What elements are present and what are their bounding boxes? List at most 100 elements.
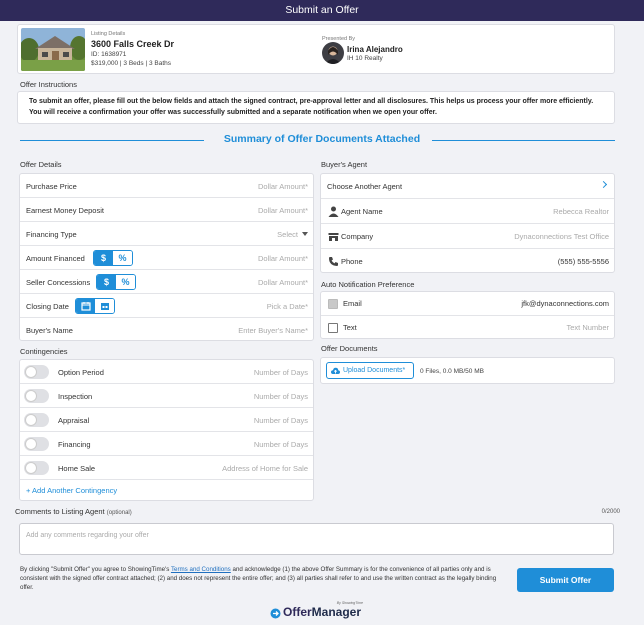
phone-row: Phone (555) 555-5556 <box>321 249 614 274</box>
amount-financed-field[interactable]: Amount Financed $ % Dollar Amount* <box>20 246 313 270</box>
dollar-option[interactable]: $ <box>94 251 113 265</box>
closing-date-input[interactable]: Pick a Date* <box>267 302 308 311</box>
agent-name-row: Agent Name Rebecca Realtor <box>321 199 614 224</box>
text-label: Text <box>343 323 357 332</box>
logo-offer: Offer <box>283 605 312 619</box>
calendar-range-icon[interactable] <box>95 299 114 313</box>
upload-documents-button[interactable]: Upload Documents* <box>326 362 414 379</box>
logo-manager: Manager <box>311 605 362 619</box>
listing-meta: $319,000 | 3 Beds | 3 Baths <box>91 60 171 67</box>
comments-textarea[interactable]: Add any comments regarding your offer <box>19 523 614 555</box>
page-title: Submit an Offer <box>0 0 644 21</box>
contingency-toggle[interactable] <box>24 461 49 475</box>
cloud-upload-icon <box>331 367 340 374</box>
closing-date-toggle[interactable] <box>75 298 115 314</box>
building-icon <box>328 233 339 241</box>
financing-type-label: Financing Type <box>26 230 77 239</box>
submit-offer-button[interactable]: Submit Offer <box>517 568 614 592</box>
contingency-toggle[interactable] <box>24 437 49 451</box>
percent-option[interactable]: % <box>113 251 132 265</box>
listing-photo <box>21 28 85 71</box>
amount-financed-unit-toggle[interactable]: $ % <box>93 250 133 266</box>
summary-heading: Summary of Offer Documents Attached <box>0 132 644 148</box>
contingency-row[interactable]: Financing Number of Days <box>20 432 313 456</box>
amount-financed-input[interactable]: Dollar Amount* <box>258 254 308 263</box>
contingency-label: Home Sale <box>58 464 96 473</box>
earnest-money-field[interactable]: Earnest Money Deposit Dollar Amount* <box>20 198 313 222</box>
listing-card: Listing Details 3600 Falls Creek Dr ID: … <box>17 24 615 74</box>
company-label: Company <box>341 232 374 241</box>
contingency-row[interactable]: Option Period Number of Days <box>20 360 313 384</box>
buyers-name-field[interactable]: Buyer's Name Enter Buyer's Name* <box>20 318 313 342</box>
email-label: Email <box>343 299 362 308</box>
contingencies-card: Option Period Number of Days Inspection … <box>19 359 314 501</box>
contingency-toggle[interactable] <box>24 389 49 403</box>
contingency-toggle[interactable] <box>24 365 49 379</box>
contingency-row[interactable]: Inspection Number of Days <box>20 384 313 408</box>
presented-caption: Presented By <box>322 36 356 42</box>
listing-address: 3600 Falls Creek Dr <box>91 39 175 49</box>
percent-option[interactable]: % <box>116 275 135 289</box>
notification-card: Email jfk@dynaconnections.com Text Text … <box>320 291 615 339</box>
contingency-row[interactable]: Home Sale Address of Home for Sale <box>20 456 313 480</box>
financing-type-select[interactable]: Financing Type Select <box>20 222 313 246</box>
text-number-input[interactable]: Text Number <box>566 323 609 332</box>
buyers-name-label: Buyer's Name <box>26 326 73 335</box>
choose-agent-row[interactable]: Choose Another Agent <box>321 174 614 199</box>
instructions-title: Offer Instructions <box>20 80 77 89</box>
contingency-input[interactable]: Address of Home for Sale <box>222 464 308 473</box>
text-pref-row[interactable]: Text Text Number <box>321 316 614 340</box>
earnest-money-input[interactable]: Dollar Amount* <box>258 206 308 215</box>
agent-name-value: Rebecca Realtor <box>553 207 609 216</box>
phone-value: (555) 555-5556 <box>557 257 609 266</box>
chevron-down-icon[interactable] <box>302 232 308 236</box>
comments-title: Comments to Listing Agent (optional) <box>15 507 132 516</box>
offer-details-title: Offer Details <box>20 160 62 169</box>
email-checkbox[interactable] <box>328 299 338 309</box>
buyers-name-input[interactable]: Enter Buyer's Name* <box>238 326 308 335</box>
seller-concessions-field[interactable]: Seller Concessions $ % Dollar Amount* <box>20 270 313 294</box>
comments-counter: 0/2000 <box>601 509 620 515</box>
contingency-label: Financing <box>58 440 91 449</box>
terms-link[interactable]: Terms and Conditions <box>171 566 231 573</box>
dollar-option[interactable]: $ <box>97 275 116 289</box>
disclaimer-text: By clicking "Submit Offer" you agree to … <box>20 565 498 592</box>
email-value: jfk@dynaconnections.com <box>521 299 609 308</box>
contingency-label: Inspection <box>58 392 93 401</box>
agent-name: Irina Alejandro <box>347 45 403 54</box>
contingency-input[interactable]: Number of Days <box>254 392 308 401</box>
purchase-price-label: Purchase Price <box>26 182 77 191</box>
financing-type-value[interactable]: Select <box>277 230 298 239</box>
chevron-right-icon[interactable] <box>599 180 608 189</box>
phone-label: Phone <box>341 257 363 266</box>
add-contingency-link[interactable]: + Add Another Contingency <box>26 486 117 495</box>
closing-date-field[interactable]: Closing Date Pick a Date* <box>20 294 313 318</box>
logo-text: OfferManager <box>283 605 361 619</box>
upload-status: 0 Files, 0.0 MB/50 MB <box>420 368 484 375</box>
offer-documents-card: Upload Documents* 0 Files, 0.0 MB/50 MB <box>320 357 615 384</box>
text-checkbox[interactable] <box>328 323 338 333</box>
buyers-agent-card: Choose Another Agent Agent Name Rebecca … <box>320 173 615 273</box>
person-icon <box>328 206 339 217</box>
phone-icon <box>329 257 338 266</box>
listing-id: ID: 1638971 <box>91 51 127 58</box>
agent-name-label: Agent Name <box>341 207 383 216</box>
company-value: Dynaconnections Test Office <box>514 232 609 241</box>
purchase-price-field[interactable]: Purchase Price Dollar Amount* <box>20 174 313 198</box>
choose-agent-label[interactable]: Choose Another Agent <box>327 182 402 191</box>
email-pref-row[interactable]: Email jfk@dynaconnections.com <box>321 292 614 316</box>
logo-mark-icon <box>270 608 281 619</box>
calendar-icon[interactable] <box>76 299 95 313</box>
comments-optional: (optional) <box>106 510 132 516</box>
offer-details-card: Purchase Price Dollar Amount* Earnest Mo… <box>19 173 314 341</box>
purchase-price-input[interactable]: Dollar Amount* <box>258 182 308 191</box>
contingency-input[interactable]: Number of Days <box>254 416 308 425</box>
seller-concessions-unit-toggle[interactable]: $ % <box>96 274 136 290</box>
contingency-row[interactable]: Appraisal Number of Days <box>20 408 313 432</box>
contingency-input[interactable]: Number of Days <box>254 440 308 449</box>
summary-title: Summary of Offer Documents Attached <box>223 133 421 145</box>
upload-documents-label[interactable]: Upload Documents* <box>343 367 405 374</box>
contingency-input[interactable]: Number of Days <box>254 368 308 377</box>
seller-concessions-input[interactable]: Dollar Amount* <box>258 278 308 287</box>
contingency-toggle[interactable] <box>24 413 49 427</box>
